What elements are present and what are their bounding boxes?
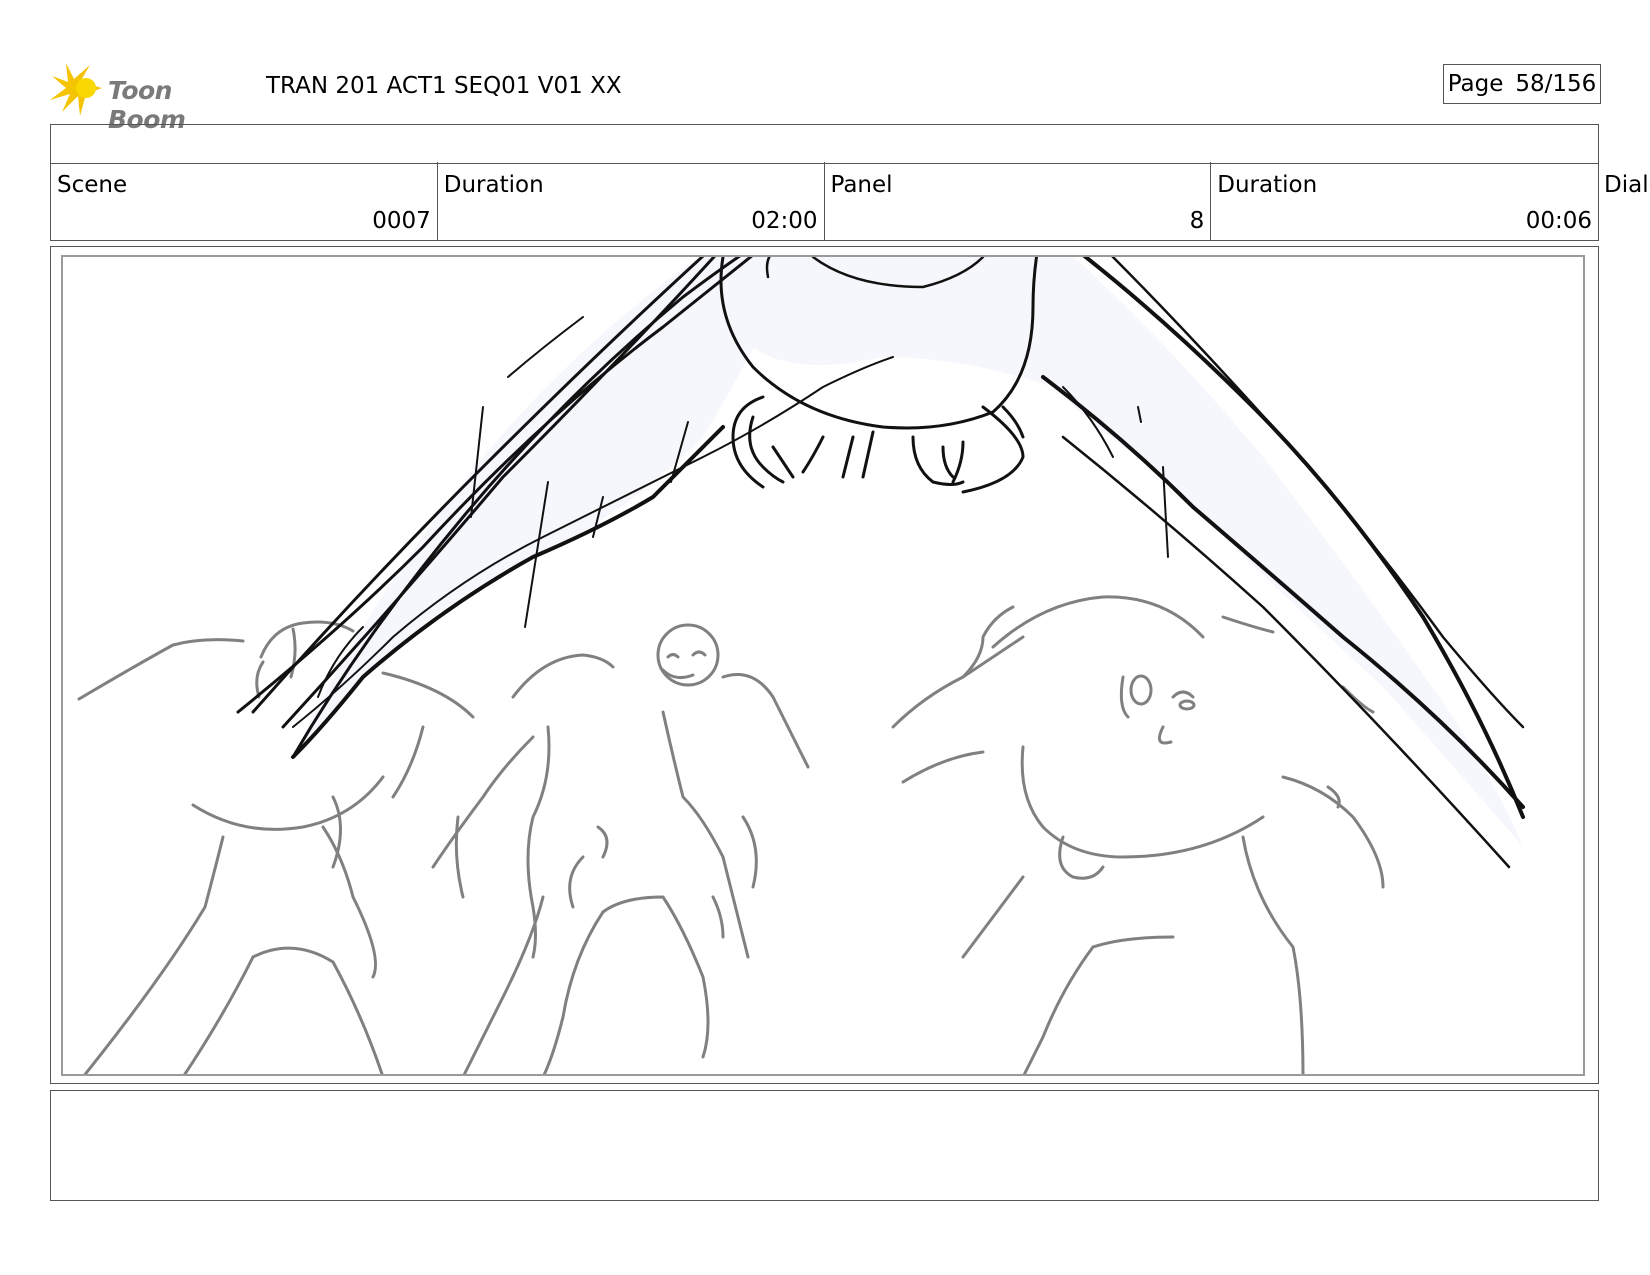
star-burst-icon [50,63,102,116]
sketch-drawing [77,257,1525,1074]
scene-label: Scene [57,172,128,198]
panel-duration-cell: Duration 00:06 [1211,162,1598,240]
panel-info-row: Scene 0007 Duration 02:00 Panel 8 Durati… [50,162,1599,241]
panel-duration-value: 00:06 [1525,208,1592,234]
scene-duration-value: 02:00 [751,208,818,234]
wing-fill [293,257,1523,847]
toon-boom-logo: Toon Boom [50,60,250,134]
notes-box [50,1090,1599,1201]
panel-cell: Panel 8 [825,162,1212,240]
panel-label: Panel [830,172,893,198]
scene-cell: Scene 0007 [51,162,438,240]
panel-value: 8 [1189,208,1205,234]
scene-duration-cell: Duration 02:00 [438,162,825,240]
background-characters-sketch [77,595,1385,1074]
dialog-label: Dialo [1604,172,1650,198]
document-title: TRAN 201 ACT1 SEQ01 V01 XX [266,73,622,99]
page-label: Page [1447,71,1504,97]
sequence-strip [50,124,1599,164]
scene-value: 0007 [372,208,431,234]
storyboard-panel [61,255,1585,1076]
page-number: 58/156 [1515,71,1597,97]
page-header: Toon Boom TRAN 201 ACT1 SEQ01 V01 XX Pag… [50,55,1601,134]
page-indicator: Page 58/156 [1443,64,1601,104]
scene-duration-label: Duration [443,172,544,198]
panel-duration-label: Duration [1217,172,1318,198]
